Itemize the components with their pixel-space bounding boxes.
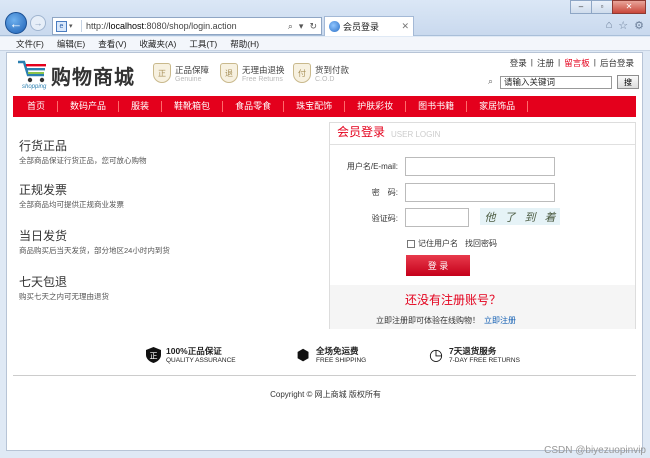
service-item: ⬢ 全场免运费 FREE SHIPPING — [296, 346, 367, 364]
category-nav: 首页 数码产品 服装 鞋靴箱包 食品零食 珠宝配饰 护肤彩妆 图书书籍 家居饰品 — [13, 96, 636, 117]
nav-digital[interactable]: 数码产品 — [58, 101, 120, 112]
nav-clothing[interactable]: 服装 — [119, 101, 163, 112]
captcha-label: 验证码: — [371, 214, 398, 223]
login-header: 会员登录 USER LOGIN — [330, 123, 635, 145]
register-desc: 立即注册即可体验在线购物！ 立即注册 — [376, 316, 516, 325]
logo[interactable]: shopping — [16, 59, 50, 90]
chevron-down-icon[interactable]: ▾ — [69, 22, 79, 30]
compatibility-icon[interactable]: e — [56, 20, 67, 32]
badge-cod: 付 货到付款 C.O.D — [293, 63, 349, 83]
address-bar[interactable]: e ▾ http://localhost:8080/shop/login.act… — [52, 17, 322, 35]
minimize-button[interactable]: – — [570, 0, 592, 14]
menu-favorites[interactable]: 收藏夹(A) — [140, 38, 177, 50]
gift-icon: 付 — [293, 63, 311, 83]
badge-free-returns: 退 无理由退换 Free Returns — [220, 63, 285, 83]
feature-item: 七天包退 购买七天之内可无理由退货 — [19, 275, 109, 301]
forward-button[interactable]: → — [30, 15, 46, 31]
browser-toolbar-icons: ⌂ ☆ ⚙ — [606, 19, 644, 32]
menu-view[interactable]: 查看(V) — [98, 38, 126, 50]
admin-login-link[interactable]: 后台登录 — [600, 57, 634, 69]
nav-cosmetics[interactable]: 护肤彩妆 — [345, 101, 407, 112]
back-arrow-icon: ← — [9, 15, 23, 31]
link-separator: | — [558, 57, 561, 67]
link-separator: | — [593, 57, 596, 67]
search-input[interactable] — [500, 75, 612, 89]
nav-jewelry[interactable]: 珠宝配饰 — [284, 101, 346, 112]
nav-home-decor[interactable]: 家居饰品 — [467, 101, 529, 112]
window-controls: – ▫ ✕ — [570, 0, 646, 14]
username-label: 用户名/E-mail: — [346, 162, 398, 171]
menu-file[interactable]: 文件(F) — [16, 38, 44, 50]
footer-divider — [13, 375, 636, 376]
page-viewport: shopping 购物商城 正 正品保障 Genuine 退 无理由退换 Free … — [6, 52, 643, 451]
link-separator: | — [530, 57, 534, 67]
gear-icon[interactable]: ⚙ — [634, 19, 644, 32]
address-tools: ⌕ ▾ ↻ — [288, 21, 321, 32]
maximize-button[interactable]: ▫ — [591, 0, 613, 14]
nav-food[interactable]: 食品零食 — [223, 101, 285, 112]
cart-icon — [18, 60, 46, 83]
watermark: CSDN @biyezuopinvip — [544, 445, 646, 456]
address-url[interactable]: http://localhost:8080/shop/login.action — [86, 21, 288, 31]
remember-label[interactable]: 记住用户名 — [418, 238, 458, 249]
register-link[interactable]: 注册 — [537, 57, 554, 69]
feature-item: 行货正品 全部商品保证行货正品，您可放心购物 — [19, 139, 147, 165]
feature-item: 当日发货 商品购买后当天发货，部分地区24小时内到货 — [19, 229, 170, 255]
forgot-password-link[interactable]: 找回密码 — [465, 238, 497, 249]
login-link[interactable]: 登录 — [510, 57, 527, 69]
ie-page-icon — [329, 21, 340, 32]
shield-icon: 退 — [220, 63, 238, 83]
login-panel: 会员登录 USER LOGIN 用户名/E-mail: 密 码: 验证码: 他 … — [329, 122, 636, 329]
tab-login[interactable]: 会员登录 ✕ — [324, 16, 414, 36]
shield-icon: 正 — [145, 346, 161, 363]
logo-text[interactable]: 购物商城 — [51, 61, 135, 90]
login-title: 会员登录 — [337, 125, 386, 139]
nav-home[interactable]: 首页 — [13, 101, 59, 112]
captcha-image[interactable]: 他 了 到 着 — [480, 208, 560, 225]
service-item: 正 100%正品保证 QUALITY ASSURANCE — [145, 345, 236, 364]
refresh-icon[interactable]: ↻ — [309, 21, 317, 32]
message-board-link[interactable]: 留言板 — [564, 57, 590, 69]
service-item: ◷ 7天退货服务 7-DAY FREE RETURNS — [429, 346, 520, 364]
login-subtitle: USER LOGIN — [391, 130, 441, 139]
forward-arrow-icon: → — [33, 18, 43, 28]
box-icon: ⬢ — [296, 346, 310, 364]
badge-genuine: 正 正品保障 Genuine — [153, 63, 209, 83]
search-icon[interactable]: ⌕ — [288, 21, 293, 32]
register-title: 还没有注册账号？ — [405, 293, 502, 307]
dropdown-icon[interactable]: ▾ — [299, 21, 304, 32]
close-icon[interactable]: ✕ — [401, 21, 409, 32]
logo-subtitle: shopping — [22, 84, 47, 90]
menu-tools[interactable]: 工具(T) — [189, 38, 217, 50]
nav-books[interactable]: 图书书籍 — [406, 101, 468, 112]
nav-shoes-bags[interactable]: 鞋靴箱包 — [162, 101, 224, 112]
back-button[interactable]: ← — [5, 12, 27, 34]
remember-checkbox[interactable] — [407, 239, 415, 248]
username-input[interactable] — [405, 157, 555, 176]
remember-row: 记住用户名 找回密码 — [407, 238, 497, 249]
window-close-button[interactable]: ✕ — [612, 0, 646, 14]
copyright: Copyright © 网上商城 版权所有 — [270, 390, 381, 399]
password-input[interactable] — [405, 183, 555, 202]
feature-item: 正规发票 全部商品均可提供正规商业发票 — [19, 183, 124, 209]
search-button[interactable]: 搜 — [617, 75, 639, 89]
login-button[interactable]: 登 录 — [406, 255, 470, 276]
menu-edit[interactable]: 编辑(E) — [57, 38, 85, 50]
tab-title: 会员登录 — [343, 22, 380, 32]
captcha-input[interactable] — [405, 208, 469, 227]
menu-help[interactable]: 帮助(H) — [230, 38, 259, 50]
favorites-icon[interactable]: ☆ — [618, 19, 628, 32]
search-bar: ⌕ 搜 — [488, 75, 639, 89]
search-icon: ⌕ — [488, 76, 494, 86]
svg-text:正: 正 — [149, 351, 157, 360]
home-icon[interactable]: ⌂ — [606, 19, 613, 32]
register-box: 还没有注册账号？ 立即注册即可体验在线购物！ 立即注册 — [330, 285, 635, 329]
top-links: 登录 | 注册 | 留言板 | 后台登录 — [506, 57, 634, 69]
shield-icon: 正 — [153, 63, 171, 83]
menu-bar: 文件(F) 编辑(E) 查看(V) 收藏夹(A) 工具(T) 帮助(H) — [0, 37, 650, 51]
password-label: 密 码: — [371, 188, 398, 197]
register-now-link[interactable]: 立即注册 — [484, 316, 516, 325]
address-separator — [81, 20, 82, 32]
clock-icon: ◷ — [429, 346, 443, 364]
